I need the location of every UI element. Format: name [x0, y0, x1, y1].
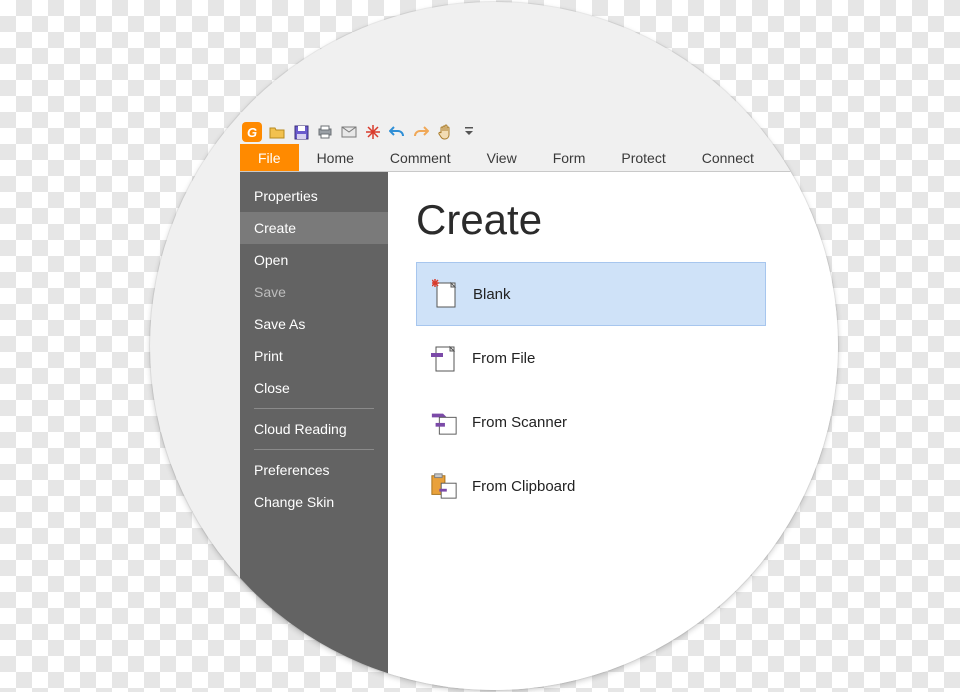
menu-divider — [254, 449, 374, 450]
tab-label: Comment — [390, 150, 451, 166]
menu-item-label: Preferences — [254, 462, 329, 478]
create-option-from-file[interactable]: From File — [416, 326, 766, 390]
tab-label: Form — [553, 150, 586, 166]
create-option-label: Blank — [473, 286, 511, 303]
tab-file[interactable]: File — [240, 144, 299, 171]
tab-home[interactable]: Home — [299, 144, 372, 171]
tab-comment[interactable]: Comment — [372, 144, 469, 171]
tab-label: File — [258, 150, 281, 166]
menu-divider — [254, 408, 374, 409]
menu-item-label: Save — [254, 284, 286, 300]
create-option-from-clipboard[interactable]: From Clipboard — [416, 454, 766, 518]
menu-item-close[interactable]: Close — [240, 372, 388, 404]
menu-item-cloud-reading[interactable]: Cloud Reading — [240, 413, 388, 445]
circular-mask: G — [150, 2, 838, 690]
menu-item-label: Create — [254, 220, 296, 236]
menu-item-open[interactable]: Open — [240, 244, 388, 276]
tab-connect[interactable]: Connect — [684, 144, 772, 171]
tab-form[interactable]: Form — [535, 144, 604, 171]
tab-label: View — [487, 150, 517, 166]
from-file-icon — [430, 344, 458, 372]
from-scanner-icon — [430, 408, 458, 436]
open-folder-icon[interactable] — [268, 123, 286, 141]
menu-item-save: Save — [240, 276, 388, 308]
tab-label: Connect — [702, 150, 754, 166]
print-icon[interactable] — [316, 123, 334, 141]
menu-item-change-skin[interactable]: Change Skin — [240, 486, 388, 518]
create-option-blank[interactable]: Blank — [416, 262, 766, 326]
menu-item-preferences[interactable]: Preferences — [240, 454, 388, 486]
create-option-label: From Clipboard — [472, 478, 575, 495]
menu-item-label: Cloud Reading — [254, 421, 347, 437]
file-menu-sidebar: Properties Create Open Save Save As Prin… — [240, 172, 388, 690]
menu-item-label: Save As — [254, 316, 305, 332]
create-option-from-scanner[interactable]: From Scanner — [416, 390, 766, 454]
menu-item-save-as[interactable]: Save As — [240, 308, 388, 340]
create-panel: Create Blank From File — [388, 172, 838, 690]
tab-label: Home — [317, 150, 354, 166]
from-clipboard-icon — [430, 472, 458, 500]
dropdown-icon[interactable] — [460, 123, 478, 141]
app-window: G — [240, 120, 838, 690]
tab-view[interactable]: View — [469, 144, 535, 171]
panel-title: Create — [416, 196, 838, 244]
blank-doc-icon — [431, 280, 459, 308]
tab-label: Protect — [621, 150, 665, 166]
hand-icon[interactable] — [436, 123, 454, 141]
menu-item-label: Change Skin — [254, 494, 334, 510]
email-icon[interactable] — [340, 123, 358, 141]
tab-protect[interactable]: Protect — [603, 144, 683, 171]
create-option-label: From Scanner — [472, 414, 567, 431]
file-backstage: Properties Create Open Save Save As Prin… — [240, 172, 838, 690]
menu-item-properties[interactable]: Properties — [240, 180, 388, 212]
redo-icon[interactable] — [412, 123, 430, 141]
save-icon[interactable] — [292, 123, 310, 141]
quick-access-toolbar: G — [240, 120, 838, 144]
menu-item-print[interactable]: Print — [240, 340, 388, 372]
ribbon-tabs: File Home Comment View Form Protect Conn… — [240, 144, 838, 172]
menu-item-label: Print — [254, 348, 283, 364]
menu-item-label: Properties — [254, 188, 318, 204]
create-option-label: From File — [472, 350, 535, 367]
menu-item-create[interactable]: Create — [240, 212, 388, 244]
menu-item-label: Close — [254, 380, 290, 396]
undo-icon[interactable] — [388, 123, 406, 141]
menu-item-label: Open — [254, 252, 288, 268]
new-burst-icon[interactable] — [364, 123, 382, 141]
app-logo: G — [242, 122, 262, 142]
